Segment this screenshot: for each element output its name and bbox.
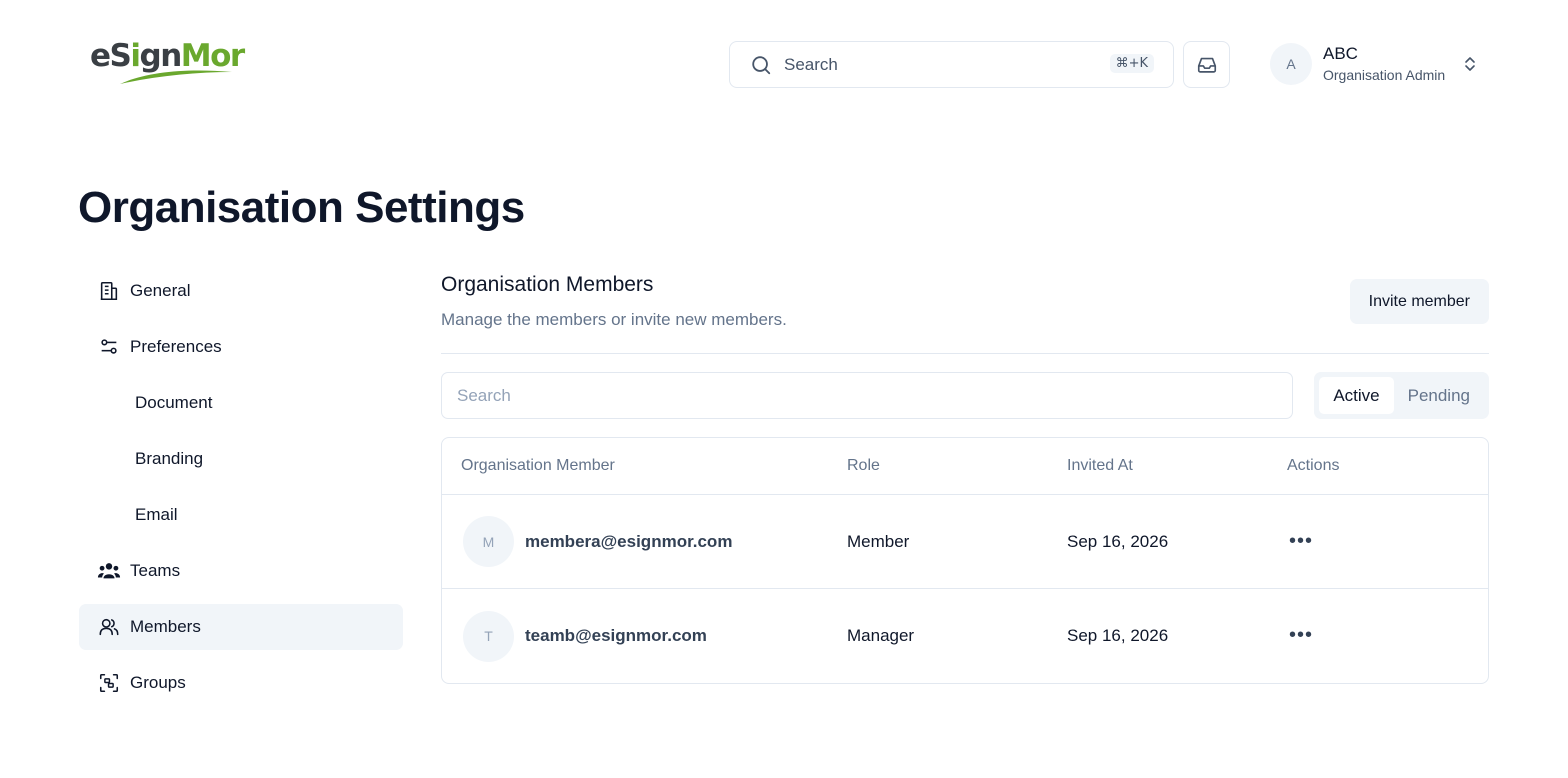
avatar: M bbox=[463, 516, 514, 567]
sidebar-item-members[interactable]: Members bbox=[79, 604, 403, 650]
more-actions-icon[interactable]: ••• bbox=[1287, 624, 1313, 654]
members-table: Organisation Member Role Invited At Acti… bbox=[441, 437, 1489, 684]
building-icon bbox=[97, 279, 121, 303]
sidebar-item-label: Email bbox=[135, 505, 178, 524]
avatar: T bbox=[463, 610, 514, 662]
member-email: teamb@esignmor.com bbox=[525, 626, 707, 645]
member-invited-at: Sep 16, 2026 bbox=[1067, 531, 1169, 551]
invite-member-button[interactable]: Invite member bbox=[1349, 279, 1489, 324]
column-header-role: Role bbox=[847, 457, 880, 474]
page-title: Organisation Settings bbox=[78, 183, 525, 232]
global-search[interactable]: Search ⌘+K bbox=[729, 41, 1174, 88]
avatar: A bbox=[1270, 43, 1312, 85]
user-menu[interactable]: A ABC Organisation Admin bbox=[1270, 43, 1475, 85]
sidebar-item-general[interactable]: General bbox=[79, 268, 403, 314]
sidebar-item-teams[interactable]: Teams bbox=[79, 548, 403, 594]
search-shortcut: ⌘+K bbox=[1109, 54, 1154, 73]
search-icon bbox=[752, 55, 771, 74]
sidebar-item-label: Preferences bbox=[130, 337, 222, 356]
status-tabs: Active Pending bbox=[1314, 372, 1489, 419]
sidebar-item-label: General bbox=[130, 281, 191, 300]
column-header-actions: Actions bbox=[1287, 457, 1340, 474]
section-divider bbox=[441, 353, 1489, 354]
sidebar-item-email[interactable]: Email bbox=[79, 492, 403, 538]
members-panel: Organisation Members Manage the members … bbox=[441, 270, 1489, 684]
sidebar-item-document[interactable]: Document bbox=[79, 380, 403, 426]
member-role: Member bbox=[847, 531, 910, 551]
users-group-icon bbox=[97, 559, 121, 583]
group-scan-icon bbox=[97, 671, 121, 695]
sidebar-item-label: Branding bbox=[135, 449, 204, 468]
inbox-icon bbox=[1197, 57, 1216, 73]
member-role: Manager bbox=[847, 626, 915, 645]
member-email: membera@esignmor.com bbox=[525, 531, 733, 551]
sidebar-item-groups[interactable]: Groups bbox=[79, 660, 403, 706]
sidebar-item-label: Document bbox=[135, 393, 213, 412]
user-role: Organisation Admin bbox=[1323, 67, 1446, 83]
settings-sliders-icon bbox=[97, 335, 121, 359]
sidebar-item-label: Groups bbox=[130, 673, 186, 692]
chevron-up-down-icon bbox=[1465, 57, 1475, 71]
sidebar-item-branding[interactable]: Branding bbox=[79, 436, 403, 482]
member-search-input[interactable] bbox=[441, 372, 1293, 419]
table-header: Organisation Member Role Invited At Acti… bbox=[442, 438, 1488, 495]
logo-swoosh-icon bbox=[120, 70, 232, 84]
section-subtitle: Manage the members or invite new members… bbox=[441, 310, 787, 329]
brand-logo[interactable]: eSignMor bbox=[90, 34, 245, 86]
table-row: M membera@esignmor.com Member Sep 16, 20… bbox=[442, 495, 1488, 589]
sidebar-item-label: Members bbox=[130, 617, 201, 636]
section-title: Organisation Members bbox=[441, 273, 654, 296]
sidebar-item-preferences[interactable]: Preferences bbox=[79, 324, 403, 370]
settings-sidebar: General Preferences Document Branding Em… bbox=[79, 268, 403, 716]
column-header-invited: Invited At bbox=[1067, 457, 1133, 474]
inbox-button[interactable] bbox=[1183, 41, 1230, 88]
sidebar-item-label: Teams bbox=[130, 561, 181, 580]
search-label: Search bbox=[784, 54, 838, 74]
more-actions-icon[interactable]: ••• bbox=[1287, 530, 1313, 560]
users-icon bbox=[97, 615, 121, 639]
member-invited-at: Sep 16, 2026 bbox=[1067, 626, 1169, 645]
column-header-member: Organisation Member bbox=[461, 457, 615, 474]
tab-pending[interactable]: Pending bbox=[1394, 377, 1484, 414]
user-name: ABC bbox=[1323, 44, 1358, 63]
tab-active[interactable]: Active bbox=[1319, 377, 1394, 414]
table-row: T teamb@esignmor.com Manager Sep 16, 202… bbox=[442, 589, 1488, 683]
